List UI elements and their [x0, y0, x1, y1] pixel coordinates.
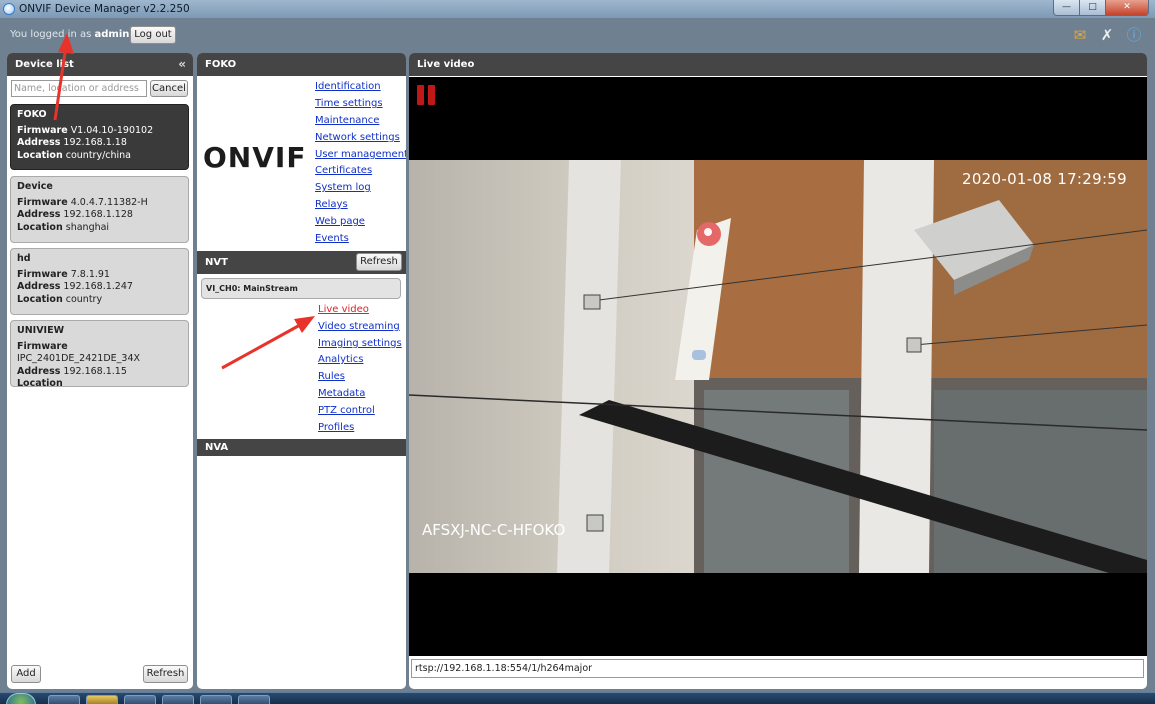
device-list-title: Device list: [15, 59, 74, 70]
menu-system-log[interactable]: System log: [315, 182, 371, 194]
nva-header: NVA: [197, 439, 406, 456]
minimize-button[interactable]: —: [1054, 0, 1080, 15]
device-panel-title: FOKO: [205, 59, 237, 70]
menu-relays[interactable]: Relays: [315, 199, 348, 211]
settings-tools-icon[interactable]: ✗: [1097, 25, 1117, 45]
taskbar: [0, 692, 1155, 704]
address-value: 192.168.1.247: [63, 281, 133, 292]
menu-events[interactable]: Events: [315, 233, 349, 245]
device-list-header: Device list «: [7, 53, 193, 76]
maximize-button[interactable]: □: [1080, 0, 1106, 15]
location-label: Location: [17, 221, 63, 233]
device-panel-header: FOKO: [197, 53, 406, 76]
live-video-title: Live video: [417, 59, 475, 70]
collapse-icon[interactable]: «: [178, 53, 186, 76]
live-video-panel: Live video 2020-01-08 17:29:59 AFSXJ-NC-…: [409, 53, 1147, 689]
menu-certificates[interactable]: Certificates: [315, 165, 372, 177]
search-input[interactable]: [11, 80, 147, 97]
firmware-label: Firmware: [17, 196, 68, 208]
firmware-label: Firmware: [17, 124, 68, 136]
menu-identification[interactable]: Identification: [315, 81, 381, 93]
menu-network-settings[interactable]: Network settings: [315, 132, 400, 144]
menu-user-management[interactable]: User management: [315, 149, 406, 161]
device-name: Device: [17, 181, 53, 192]
username: admin: [94, 29, 130, 40]
menu-profiles[interactable]: Profiles: [318, 422, 354, 434]
device-item-hd[interactable]: hd Firmware 7.8.1.91 Address 192.168.1.2…: [10, 248, 189, 315]
onvif-logo: ONVIF: [203, 141, 307, 174]
menu-analytics[interactable]: Analytics: [318, 354, 363, 366]
nvt-header: NVT Refresh: [197, 251, 406, 274]
address-value: 192.168.1.128: [63, 209, 133, 220]
camera-frame: 2020-01-08 17:29:59 AFSXJ-NC-C-HFOKO: [409, 160, 1147, 573]
taskbar-item-3[interactable]: [124, 695, 156, 704]
firmware-value: IPC_2401DE_2421DE_34X: [17, 353, 140, 364]
taskbar-item-6[interactable]: [238, 695, 270, 704]
logout-button[interactable]: Log out: [130, 26, 176, 44]
menu-imaging-settings[interactable]: Imaging settings: [318, 338, 402, 350]
location-value: country: [65, 293, 103, 305]
location-value: country/china: [65, 149, 132, 161]
device-name: UNIVIEW: [17, 325, 65, 336]
address-label: Address: [17, 281, 61, 292]
stream-item[interactable]: VI_CH0: MainStream: [201, 278, 401, 299]
address-label: Address: [17, 365, 61, 377]
certificate-icon[interactable]: ✉: [1070, 25, 1090, 45]
address-value: 192.168.1.18: [63, 137, 127, 148]
address-label: Address: [17, 209, 61, 220]
menu-video-streaming[interactable]: Video streaming: [318, 321, 400, 333]
menu-time-settings[interactable]: Time settings: [315, 98, 383, 110]
device-name: FOKO: [17, 109, 47, 120]
info-icon[interactable]: ⓘ: [1124, 25, 1144, 45]
firmware-value: V1.04.10-190102: [70, 124, 154, 136]
device-item-uniview[interactable]: UNIVIEW Firmware IPC_2401DE_2421DE_34X A…: [10, 320, 189, 389]
live-video-header: Live video: [409, 53, 1147, 76]
add-device-button[interactable]: Add: [11, 665, 41, 683]
nvt-title: NVT: [205, 257, 228, 268]
video-timestamp: 2020-01-08 17:29:59: [961, 170, 1127, 188]
login-status: You logged in as admin: [10, 29, 130, 40]
menu-metadata[interactable]: Metadata: [318, 388, 365, 400]
taskbar-item-4[interactable]: [162, 695, 194, 704]
menu-live-video[interactable]: Live video: [318, 304, 369, 316]
firmware-value: 7.8.1.91: [70, 268, 110, 280]
start-button[interactable]: [6, 693, 36, 704]
device-item-foko[interactable]: FOKO Firmware V1.04.10-190102 Address 19…: [10, 104, 189, 170]
video-player[interactable]: 2020-01-08 17:29:59 AFSXJ-NC-C-HFOKO: [409, 77, 1147, 656]
location-label: Location: [17, 378, 63, 389]
device-panel: FOKO ONVIF Identification Time settings …: [197, 53, 406, 689]
window-title: ONVIF Device Manager v2.2.250: [19, 3, 190, 15]
location-label: Location: [17, 293, 63, 305]
device-item-device[interactable]: Device Firmware 4.0.4.7.11382-H Address …: [10, 176, 189, 243]
taskbar-item-1[interactable]: [48, 695, 80, 704]
firmware-label: Firmware: [17, 340, 68, 352]
nva-title: NVA: [205, 442, 229, 453]
camera-scene-image: [409, 160, 1147, 573]
cancel-button[interactable]: Cancel: [150, 80, 188, 97]
menu-ptz-control[interactable]: PTZ control: [318, 405, 375, 417]
menu-web-page[interactable]: Web page: [315, 216, 365, 228]
address-value: 192.168.1.15: [63, 365, 127, 377]
stream-url-field[interactable]: [411, 659, 1144, 678]
device-name: hd: [17, 253, 31, 264]
menu-maintenance[interactable]: Maintenance: [315, 115, 379, 127]
app-icon: [3, 3, 15, 15]
nvt-refresh-button[interactable]: Refresh: [356, 253, 402, 271]
taskbar-item-5[interactable]: [200, 695, 232, 704]
location-value: shanghai: [65, 221, 110, 233]
login-bar: You logged in as admin Log out ✉ ✗ ⓘ: [0, 18, 1155, 52]
title-bar: ONVIF Device Manager v2.2.250 — □ ✕: [0, 0, 1155, 18]
firmware-value: 4.0.4.7.11382-H: [70, 196, 148, 208]
video-osd-label: AFSXJ-NC-C-HFOKO: [422, 521, 566, 539]
address-label: Address: [17, 137, 61, 148]
refresh-devices-button[interactable]: Refresh: [143, 665, 188, 683]
window-controls: — □ ✕: [1053, 0, 1149, 16]
menu-rules[interactable]: Rules: [318, 371, 345, 383]
pause-icon[interactable]: [417, 85, 437, 105]
taskbar-item-2[interactable]: [86, 695, 118, 704]
device-list-panel: Device list « Cancel FOKO Firmware V1.04…: [7, 53, 193, 689]
close-button[interactable]: ✕: [1106, 0, 1148, 15]
location-label: Location: [17, 149, 63, 161]
firmware-label: Firmware: [17, 268, 68, 280]
